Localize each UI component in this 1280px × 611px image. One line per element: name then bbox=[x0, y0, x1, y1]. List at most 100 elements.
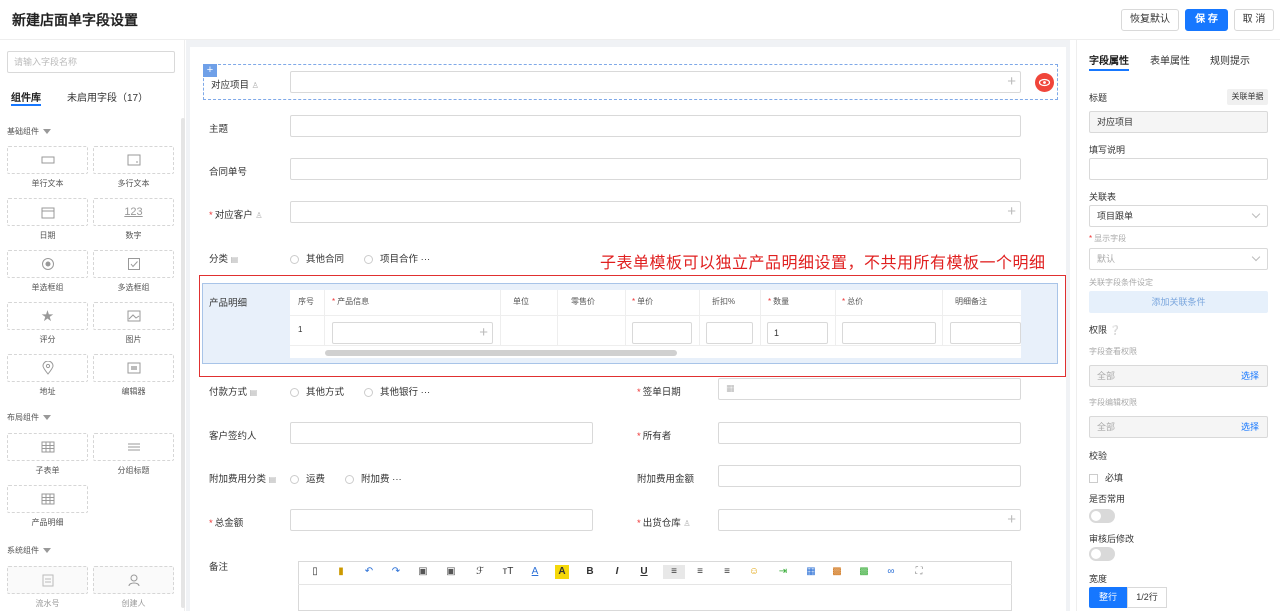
tab-rule-tips[interactable]: 规则提示 bbox=[1210, 52, 1250, 67]
paste-plain-icon[interactable]: ▣ bbox=[444, 565, 458, 579]
unit-price-input[interactable] bbox=[632, 322, 692, 344]
copy-icon[interactable]: ▣ bbox=[416, 565, 430, 579]
table-header-row bbox=[290, 290, 1021, 316]
row-remark-input[interactable] bbox=[950, 322, 1021, 344]
comp-address[interactable] bbox=[7, 354, 88, 382]
option-label: 其他银行 bbox=[380, 387, 419, 398]
comp-creator[interactable] bbox=[93, 566, 174, 594]
plus-icon[interactable]: + bbox=[1007, 74, 1016, 90]
align-center-icon[interactable]: ≡ bbox=[693, 565, 707, 579]
tab-component-library[interactable]: 组件库 bbox=[11, 89, 41, 104]
total-input[interactable] bbox=[290, 509, 593, 531]
plus-icon[interactable]: + bbox=[1007, 204, 1016, 220]
visibility-toggle[interactable] bbox=[1035, 73, 1054, 92]
section-layout-components[interactable]: 布局组件 bbox=[7, 412, 51, 423]
radio-option[interactable]: 其他银行 ··· bbox=[364, 384, 430, 398]
required-star: * bbox=[637, 431, 641, 442]
view-permission-select[interactable]: 全部 选择 bbox=[1089, 365, 1268, 387]
contract-no-input[interactable] bbox=[290, 158, 1021, 180]
product-info-input[interactable]: + bbox=[332, 322, 493, 344]
cancel-button[interactable]: 取 消 bbox=[1234, 9, 1274, 31]
common-toggle[interactable] bbox=[1089, 509, 1115, 523]
required-checkbox[interactable]: 必填 bbox=[1089, 471, 1123, 484]
edit-permission-select[interactable]: 全部 选择 bbox=[1089, 416, 1268, 438]
radio-option[interactable]: 项目合作 ··· bbox=[364, 251, 430, 265]
comp-date[interactable] bbox=[7, 198, 88, 226]
font-color-icon[interactable]: A bbox=[528, 565, 542, 579]
display-field-select[interactable]: 默认 bbox=[1089, 248, 1268, 270]
underline-icon[interactable]: U bbox=[637, 565, 651, 579]
comp-editor[interactable] bbox=[93, 354, 174, 382]
quantity-input[interactable]: 1 bbox=[767, 322, 828, 344]
font-family-icon[interactable]: ℱ bbox=[473, 565, 487, 579]
emoji-icon[interactable]: ☺ bbox=[747, 565, 761, 579]
table-insert-icon[interactable]: ▦ bbox=[804, 565, 818, 579]
redo-icon[interactable]: ↷ bbox=[389, 565, 403, 579]
restore-default-button[interactable]: 恢复默认 bbox=[1121, 9, 1179, 31]
width-half-button[interactable]: 1/2行 bbox=[1127, 587, 1167, 608]
sign-date-input[interactable]: ▦ bbox=[718, 378, 1021, 400]
comp-single-text[interactable] bbox=[7, 146, 88, 174]
radio-option[interactable]: 其他合同 bbox=[290, 251, 344, 265]
comp-group-title[interactable] bbox=[93, 433, 174, 461]
highlight-color-icon[interactable]: A bbox=[555, 565, 569, 579]
customer-input[interactable]: + bbox=[290, 201, 1021, 223]
warehouse-input[interactable]: + bbox=[718, 509, 1021, 531]
bold-icon[interactable]: B bbox=[583, 565, 597, 579]
comp-label: 图片 bbox=[125, 335, 142, 344]
radio-option[interactable]: 附加费 ··· bbox=[345, 471, 402, 485]
insert-line-icon[interactable]: ⇥ bbox=[776, 565, 790, 579]
section-basic-components[interactable]: 基础组件 bbox=[7, 126, 51, 137]
field-search-input[interactable]: 请输入字段名称 bbox=[7, 51, 175, 73]
italic-icon[interactable]: I bbox=[610, 565, 624, 579]
plus-icon[interactable]: + bbox=[1007, 512, 1016, 528]
subject-input[interactable] bbox=[290, 115, 1021, 137]
link-icon[interactable]: ∞ bbox=[884, 565, 898, 579]
total-price-input[interactable] bbox=[842, 322, 936, 344]
add-condition-button[interactable]: 添加关联条件 bbox=[1089, 291, 1268, 313]
comp-checkbox-group[interactable] bbox=[93, 250, 174, 278]
discount-input[interactable] bbox=[706, 322, 753, 344]
font-size-icon[interactable]: ᴛT bbox=[501, 565, 515, 579]
align-left-icon[interactable]: ≡ bbox=[663, 565, 685, 579]
paste-icon[interactable]: ▯ bbox=[308, 565, 322, 579]
video-insert-icon[interactable]: ▩ bbox=[857, 565, 871, 579]
paste-text-icon[interactable]: ▮ bbox=[334, 565, 348, 579]
table-hscrollbar[interactable] bbox=[325, 350, 677, 356]
project-input[interactable]: + bbox=[290, 71, 1021, 93]
owner-input[interactable] bbox=[718, 422, 1021, 444]
signer-input[interactable] bbox=[290, 422, 593, 444]
tab-unused-fields[interactable]: 未启用字段（17） bbox=[67, 89, 148, 104]
comp-number[interactable]: 123 bbox=[93, 198, 174, 226]
undo-icon[interactable]: ↶ bbox=[362, 565, 376, 579]
align-right-icon[interactable]: ≡ bbox=[720, 565, 734, 579]
related-table-select[interactable]: 项目跟单 bbox=[1089, 205, 1268, 227]
title-input[interactable]: 对应项目 bbox=[1089, 111, 1268, 133]
radio-option[interactable]: 其他方式 bbox=[290, 384, 344, 398]
image-insert-icon[interactable]: ▩ bbox=[830, 565, 844, 579]
tab-form-properties[interactable]: 表单属性 bbox=[1150, 52, 1190, 67]
choose-link[interactable]: 选择 bbox=[1241, 366, 1259, 386]
width-full-button[interactable]: 整行 bbox=[1089, 587, 1127, 608]
comp-image[interactable] bbox=[93, 302, 174, 330]
tab-field-properties[interactable]: 字段属性 bbox=[1089, 52, 1129, 67]
radio-option[interactable]: 运费 bbox=[290, 471, 325, 485]
plus-icon[interactable]: + bbox=[479, 325, 488, 341]
fullscreen-icon[interactable]: ⛶ bbox=[912, 565, 926, 579]
choose-link[interactable]: 选择 bbox=[1241, 417, 1259, 437]
comp-serial-number[interactable] bbox=[7, 566, 88, 594]
comp-product-detail[interactable] bbox=[7, 485, 88, 513]
save-button[interactable]: 保 存 bbox=[1185, 9, 1228, 31]
section-system-components[interactable]: 系统组件 bbox=[7, 545, 51, 556]
comp-radio-group[interactable] bbox=[7, 250, 88, 278]
comp-subform[interactable] bbox=[7, 433, 88, 461]
comp-multi-text[interactable] bbox=[93, 146, 174, 174]
drag-handle-icon[interactable]: + bbox=[203, 64, 217, 77]
col-text: 数量 bbox=[773, 297, 790, 306]
link-document-button[interactable]: 关联单据 bbox=[1227, 89, 1268, 105]
description-input[interactable] bbox=[1089, 158, 1268, 180]
edit-after-audit-toggle[interactable] bbox=[1089, 547, 1115, 561]
sidebar-scrollbar[interactable] bbox=[181, 118, 185, 608]
extra-amount-input[interactable] bbox=[718, 465, 1021, 487]
comp-rating[interactable]: ★ bbox=[7, 302, 88, 330]
